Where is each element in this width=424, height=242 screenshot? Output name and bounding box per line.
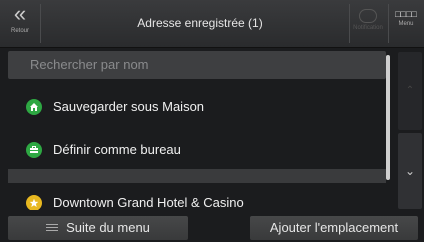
list-item-saved-location[interactable]: Downtown Grand Hotel & Casino: [8, 183, 386, 210]
back-button[interactable]: « Retour: [3, 3, 37, 44]
list-item-label: Définir comme bureau: [53, 142, 181, 157]
notification-button[interactable]: Notification: [351, 3, 385, 44]
chevron-down-icon: ⌄: [404, 164, 416, 178]
scroll-up-button[interactable]: ⌃: [398, 52, 422, 130]
more-menu-label: Suite du menu: [66, 220, 150, 235]
search-placeholder: Rechercher par nom: [30, 57, 149, 72]
saved-address-list: Rechercher par nom Sauvegarder sous Mais…: [8, 51, 386, 210]
home-icon: [26, 99, 42, 115]
divider: [388, 4, 389, 43]
list-menu-icon: [46, 222, 59, 233]
back-label: Retour: [10, 28, 29, 34]
add-location-button[interactable]: Ajouter l'emplacement: [250, 216, 418, 240]
list-item-save-home[interactable]: Sauvegarder sous Maison: [8, 87, 386, 127]
menu-label: Menu: [398, 21, 414, 27]
bottom-bar: Suite du menu Ajouter l'emplacement: [0, 214, 424, 242]
list-item-set-work[interactable]: Définir comme bureau: [8, 130, 386, 170]
notification-label: Notification: [353, 25, 383, 31]
search-input[interactable]: Rechercher par nom: [8, 51, 386, 79]
speech-bubble-icon: [359, 9, 377, 23]
grid-icon: □□□□: [395, 9, 417, 19]
briefcase-icon: [26, 142, 42, 158]
divider: [349, 4, 350, 43]
list-item-label: Sauvegarder sous Maison: [53, 99, 205, 114]
chevron-up-icon: ⌃: [405, 85, 415, 96]
scroll-down-button[interactable]: ⌄: [398, 133, 422, 209]
more-menu-button[interactable]: Suite du menu: [8, 216, 188, 240]
scrollbar-thumb[interactable]: [386, 55, 390, 180]
add-location-label: Ajouter l'emplacement: [269, 220, 399, 235]
divider: [40, 4, 41, 43]
list-item-label: Downtown Grand Hotel & Casino: [53, 195, 244, 210]
menu-button[interactable]: □□□□ Menu: [390, 3, 422, 44]
back-chevron-icon: «: [13, 1, 26, 26]
star-icon: [26, 195, 42, 210]
section-separator: [8, 169, 386, 183]
page-title: Adresse enregistrée (1): [137, 16, 263, 30]
top-bar: « Retour Adresse enregistrée (1) Notific…: [0, 0, 424, 48]
